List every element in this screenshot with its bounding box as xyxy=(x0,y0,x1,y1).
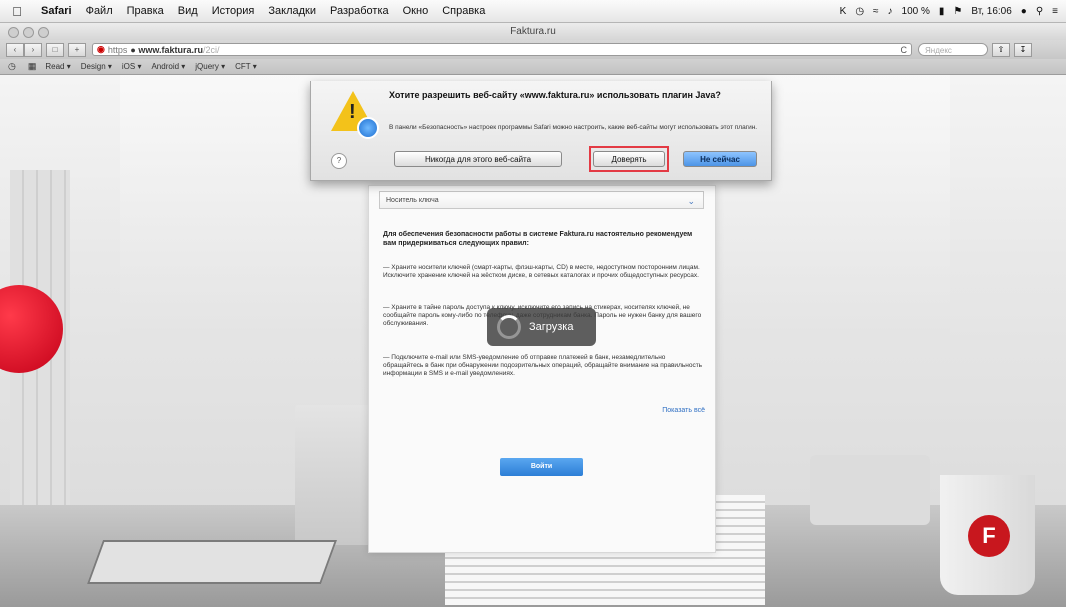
security-heading: Для обеспечения безопасности работы в си… xyxy=(383,231,693,247)
window-title: Faktura.ru xyxy=(510,26,556,37)
window-controls xyxy=(8,27,49,38)
url-path: /2ci/ xyxy=(203,44,220,55)
window-titlebar: Faktura.ru xyxy=(0,23,1066,40)
background-phone xyxy=(810,455,930,525)
wifi-icon[interactable]: ≈ xyxy=(873,6,879,17)
bookmark-cft[interactable]: CFT ▾ xyxy=(230,62,262,71)
close-window-button[interactable] xyxy=(8,27,19,38)
status-area: K ◷ ≈ ♪ 100 % ▮ ⚑ Вт, 16:06 ● ⚲ ≡ xyxy=(840,6,1066,17)
menu-window[interactable]: Окно xyxy=(396,5,436,17)
bookmark-read[interactable]: Read ▾ xyxy=(40,62,75,71)
safari-badge-icon xyxy=(357,117,379,139)
background-tablet xyxy=(86,540,338,584)
downloads-icon[interactable]: ↧ xyxy=(1014,42,1032,57)
dialog-text: В панели «Безопасность» настроек програм… xyxy=(389,124,758,131)
volume-icon[interactable]: ♪ xyxy=(888,6,893,17)
trust-highlight xyxy=(589,146,669,172)
apple-menu-icon[interactable]:  xyxy=(0,4,34,19)
browser-toolbar: ‹ › □ + ◉ https ● www.faktura.ru /2ci/ C… xyxy=(0,40,1066,59)
back-button[interactable]: ‹ xyxy=(6,42,24,57)
nav-buttons: ‹ › xyxy=(6,42,42,57)
user-icon[interactable]: ● xyxy=(1021,6,1027,17)
clock[interactable]: Вт, 16:06 xyxy=(971,6,1011,17)
faktura-logo: F xyxy=(968,515,1010,557)
key-carrier-value: Носитель ключа xyxy=(386,197,439,204)
reload-button[interactable]: C xyxy=(901,45,908,55)
loading-overlay: Загрузка xyxy=(487,308,596,346)
security-rule-1: — Храните носители ключей (смарт-карты, … xyxy=(383,264,700,279)
dialog-title: Хотите разрешить веб-сайту «www.faktura.… xyxy=(389,90,721,100)
menu-safari[interactable]: Safari xyxy=(34,5,79,17)
background-pencil-holder xyxy=(295,405,370,545)
spotlight-icon[interactable]: ⚲ xyxy=(1036,6,1043,17)
loading-label: Загрузка xyxy=(529,321,574,333)
flag-icon[interactable]: ⚑ xyxy=(953,6,962,17)
keyboard-icon[interactable]: K xyxy=(840,6,847,17)
url-scheme: https xyxy=(107,44,128,55)
minimize-window-button[interactable] xyxy=(23,27,34,38)
share-icon[interactable]: ⇧ xyxy=(992,42,1010,57)
battery-icon: ▮ xyxy=(938,5,945,17)
top-sites-icon[interactable]: ▦ xyxy=(28,61,37,72)
chevron-down-icon: ⌄ xyxy=(687,196,695,206)
reading-list-button[interactable]: □ xyxy=(46,42,64,57)
bookmark-jquery[interactable]: jQuery ▾ xyxy=(190,62,230,71)
menu-history[interactable]: История xyxy=(205,5,262,17)
key-carrier-select[interactable]: Носитель ключа ⌄ xyxy=(379,191,704,209)
menu-help[interactable]: Справка xyxy=(435,5,492,17)
bookmark-design[interactable]: Design ▾ xyxy=(76,62,117,71)
background-mug: F xyxy=(940,475,1035,595)
time-machine-icon[interactable]: ◷ xyxy=(855,6,864,17)
search-field[interactable]: Яндекс xyxy=(918,43,988,56)
bookmark-ios[interactable]: iOS ▾ xyxy=(117,62,147,71)
show-all-link[interactable]: Показать всё xyxy=(662,407,705,414)
battery-status[interactable]: 100 % xyxy=(902,6,930,17)
not-now-button[interactable]: Не сейчас xyxy=(683,151,757,167)
menu-bar:  Safari Файл Правка Вид История Закладк… xyxy=(0,0,1066,23)
plugin-permission-dialog: ! Хотите разрешить веб-сайту «www.faktur… xyxy=(310,81,772,181)
reading-list-icon[interactable]: ◷ xyxy=(8,61,16,72)
bookmarks-bar: ◷ ▦ Read ▾ Design ▾ iOS ▾ Android ▾ jQue… xyxy=(0,59,1066,75)
site-icon: ◉ xyxy=(97,44,105,54)
menu-develop[interactable]: Разработка xyxy=(323,5,396,17)
help-button[interactable]: ? xyxy=(331,153,347,169)
notifications-icon[interactable]: ≡ xyxy=(1052,6,1058,17)
address-bar[interactable]: ◉ https ● www.faktura.ru /2ci/ C xyxy=(92,43,912,56)
zoom-window-button[interactable] xyxy=(38,27,49,38)
menu-bookmarks[interactable]: Закладки xyxy=(261,5,323,17)
security-rule-3: — Подключите e-mail или SMS-уведомление … xyxy=(383,354,703,377)
login-button[interactable]: Войти xyxy=(500,458,583,476)
url-host: www.faktura.ru xyxy=(138,44,203,55)
never-for-site-button[interactable]: Никогда для этого веб-сайта xyxy=(394,151,562,167)
add-bookmark-button[interactable]: + xyxy=(68,42,86,57)
login-card: Носитель ключа ⌄ Для обеспечения безопас… xyxy=(368,185,716,553)
spinner-icon xyxy=(497,315,521,339)
bookmark-android[interactable]: Android ▾ xyxy=(146,62,190,71)
menu-view[interactable]: Вид xyxy=(171,5,205,17)
forward-button[interactable]: › xyxy=(24,42,42,57)
menu-edit[interactable]: Правка xyxy=(120,5,171,17)
menu-file[interactable]: Файл xyxy=(79,5,120,17)
